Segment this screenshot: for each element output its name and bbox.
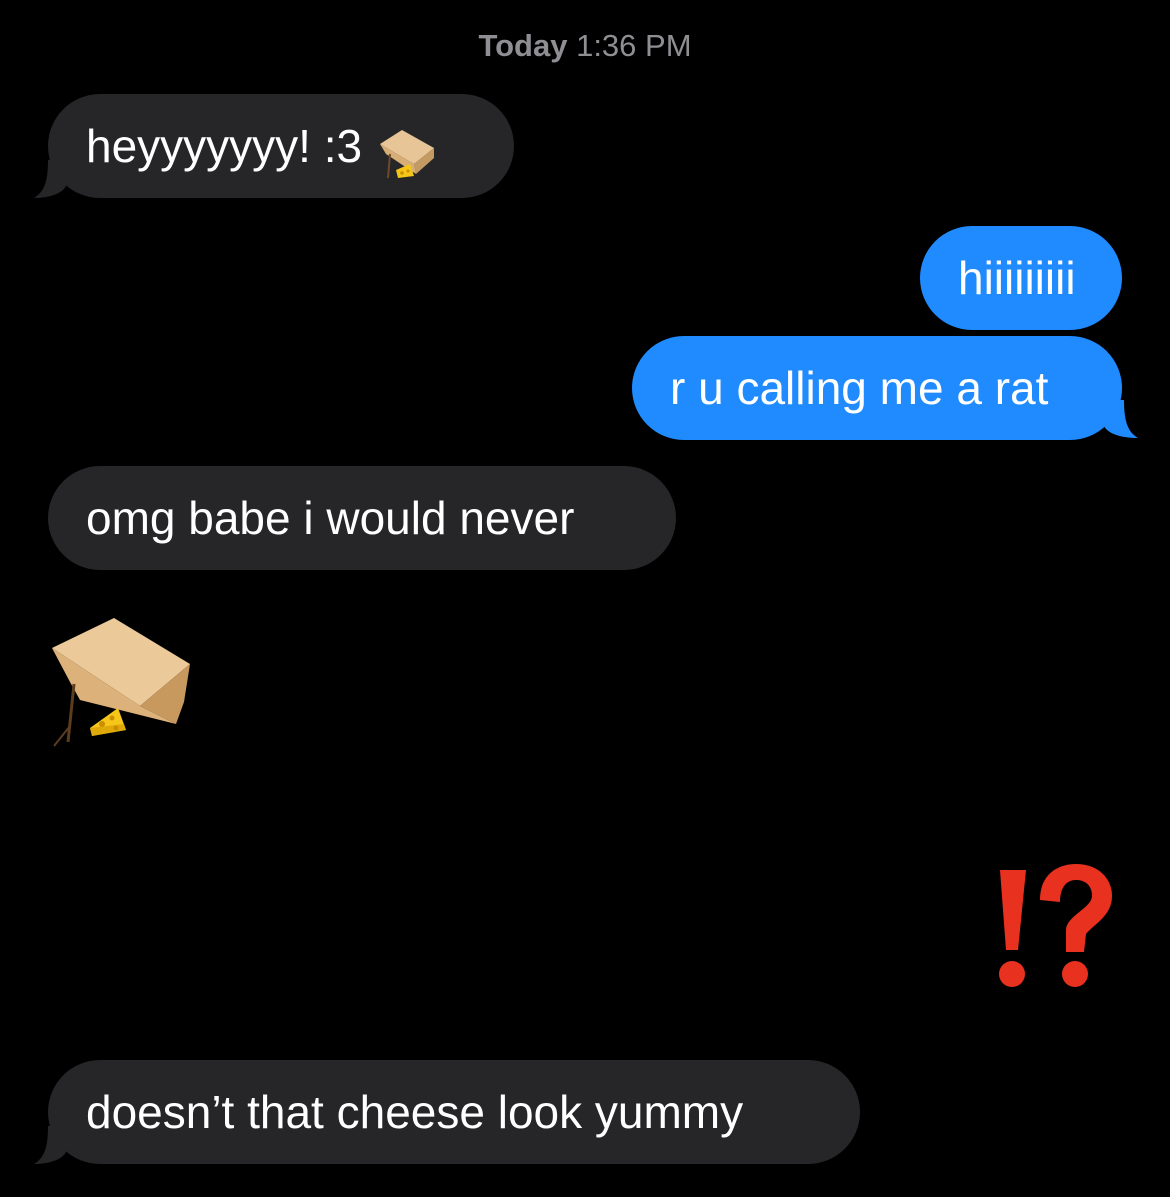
incoming-message-bubble[interactable]: omg babe i would never [48, 466, 676, 570]
message-text: hiiiiiiiii [958, 252, 1076, 304]
interrobang-icon[interactable] [986, 860, 1116, 1000]
conversation-timestamp: Today 1:36 PM [0, 28, 1170, 64]
incoming-bubble-tail [34, 1126, 66, 1164]
mousetrap-icon[interactable] [44, 612, 194, 752]
incoming-message-bubble[interactable]: heyyyyyyy! :3 [48, 94, 514, 198]
message-text: heyyyyyyy! :3 [86, 120, 363, 172]
mousetrap-icon [376, 116, 438, 178]
incoming-bubble-tail [34, 160, 66, 198]
timestamp-time: 1:36 PM [576, 28, 692, 63]
message-text: doesn’t that cheese look yummy [86, 1086, 744, 1138]
outgoing-message-bubble[interactable]: r u calling me a rat [632, 336, 1122, 440]
incoming-message-bubble[interactable]: doesn’t that cheese look yummy [48, 1060, 860, 1164]
outgoing-bubble-tail [1104, 400, 1138, 438]
message-text: r u calling me a rat [670, 362, 1049, 414]
timestamp-day: Today [478, 28, 568, 63]
message-text: omg babe i would never [86, 492, 575, 544]
outgoing-message-bubble[interactable]: hiiiiiiiii [920, 226, 1122, 330]
